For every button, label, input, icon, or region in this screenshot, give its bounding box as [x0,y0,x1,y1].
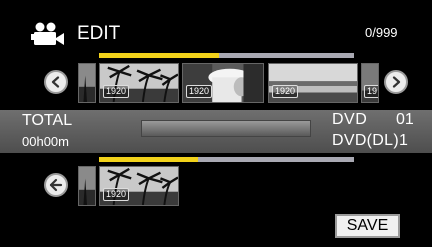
resolution-badge: 1920 [186,85,213,98]
disc-type: DVD [332,111,368,128]
resolution-badge: 1920 [103,188,130,201]
chevron-left-icon [51,76,60,88]
thumbnail-image [79,167,95,205]
thumbnail-image [79,64,95,102]
resolution-badge: 1920 [103,85,130,98]
disc-dual-layer-count: DVD(DL)1 [332,132,409,149]
total-time: 00h00m [22,134,69,149]
top-progress-fill [99,53,219,58]
thumbnail-partial-right[interactable]: 19 [361,63,379,103]
chevron-right-icon [392,76,401,88]
next-page-button[interactable] [384,70,408,94]
mode-title: EDIT [77,23,121,44]
resolution-badge: 1920 [272,85,299,98]
total-label: TOTAL [22,112,73,129]
back-button[interactable] [44,173,68,197]
selected-clip-thumbnail[interactable]: 1920 [99,166,179,206]
thumbnail-clip[interactable]: 1920 [268,63,358,103]
thumbnail-partial-left[interactable] [78,166,96,206]
arrow-left-icon [49,178,63,192]
save-button[interactable]: SAVE [335,214,400,238]
thumbnail-clip[interactable]: 1920 [182,63,264,103]
capacity-bar [141,120,311,137]
resolution-badge: 19 [364,85,378,98]
edit-screen: EDIT 0/999 1920 1920 1920 19 TOTAL 00h00… [0,0,432,247]
bottom-progress-fill [99,157,199,162]
video-camera-icon [31,22,64,45]
top-progress-bar [99,53,354,58]
bottom-progress-bar [99,157,354,162]
disc-count: 01 [396,111,414,128]
previous-page-button[interactable] [44,70,68,94]
clip-counter: 0/999 [365,25,398,40]
thumbnail-clip[interactable]: 1920 [99,63,179,103]
thumbnail-partial-left[interactable] [78,63,96,103]
